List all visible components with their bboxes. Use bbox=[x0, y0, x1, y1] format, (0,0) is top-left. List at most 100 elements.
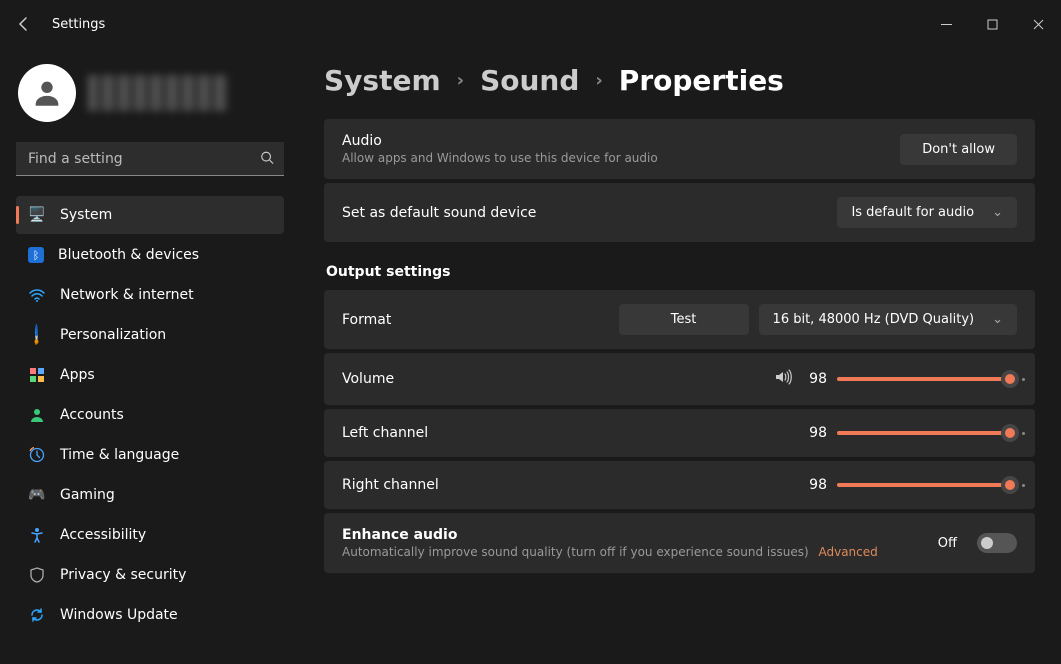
enhance-state: Off bbox=[938, 536, 957, 551]
sidebar-item-label: Privacy & security bbox=[60, 567, 186, 583]
breadcrumb-system[interactable]: System bbox=[324, 64, 441, 97]
enhance-subtitle: Automatically improve sound quality (tur… bbox=[342, 545, 938, 559]
sidebar-item-label: Bluetooth & devices bbox=[58, 247, 199, 263]
slider-thumb[interactable] bbox=[1001, 476, 1019, 494]
default-device-value: Is default for audio bbox=[851, 205, 974, 220]
default-device-title: Set as default sound device bbox=[342, 205, 837, 221]
update-icon bbox=[28, 606, 46, 624]
sidebar-item-privacy[interactable]: Privacy & security bbox=[16, 556, 284, 594]
person-icon bbox=[28, 406, 46, 424]
chevron-right-icon: › bbox=[457, 70, 464, 91]
audio-title: Audio bbox=[342, 133, 900, 149]
clock-icon bbox=[28, 446, 46, 464]
left-channel-title: Left channel bbox=[342, 425, 803, 441]
titlebar: Settings bbox=[0, 0, 1061, 48]
sidebar-item-gaming[interactable]: 🎮 Gaming bbox=[16, 476, 284, 514]
wifi-icon bbox=[28, 286, 46, 304]
left-channel-slider[interactable] bbox=[837, 423, 1017, 443]
format-select[interactable]: 16 bit, 48000 Hz (DVD Quality) ⌄ bbox=[759, 304, 1017, 335]
enhance-sub-text: Automatically improve sound quality (tur… bbox=[342, 545, 809, 559]
enhance-toggle[interactable] bbox=[977, 533, 1017, 553]
slider-tick bbox=[1022, 378, 1025, 381]
sidebar-item-label: Personalization bbox=[60, 327, 166, 343]
default-device-select[interactable]: Is default for audio ⌄ bbox=[837, 197, 1017, 228]
user-icon bbox=[30, 76, 64, 110]
sidebar-item-label: Windows Update bbox=[60, 607, 178, 623]
chevron-down-icon: ⌄ bbox=[992, 312, 1003, 327]
dont-allow-button[interactable]: Don't allow bbox=[900, 134, 1017, 165]
window-controls bbox=[923, 4, 1061, 44]
sidebar-item-label: Network & internet bbox=[60, 287, 194, 303]
sidebar-item-accounts[interactable]: Accounts bbox=[16, 396, 284, 434]
brush-icon: 🖌️ bbox=[24, 322, 49, 347]
sidebar-item-label: Apps bbox=[60, 367, 95, 383]
sidebar-item-label: Time & language bbox=[60, 447, 179, 463]
audio-card: Audio Allow apps and Windows to use this… bbox=[324, 119, 1035, 179]
default-device-card: Set as default sound device Is default f… bbox=[324, 183, 1035, 242]
sidebar-item-label: Gaming bbox=[60, 487, 115, 503]
enhance-title: Enhance audio bbox=[342, 527, 938, 543]
arrow-left-icon bbox=[16, 16, 32, 32]
format-value: 16 bit, 48000 Hz (DVD Quality) bbox=[773, 312, 975, 327]
sidebar-item-network[interactable]: Network & internet bbox=[16, 276, 284, 314]
breadcrumb-sound[interactable]: Sound bbox=[480, 64, 579, 97]
volume-value: 98 bbox=[803, 371, 827, 387]
minimize-button[interactable] bbox=[923, 4, 969, 44]
sidebar-item-personalization[interactable]: 🖌️ Personalization bbox=[16, 316, 284, 354]
volume-title: Volume bbox=[342, 371, 773, 387]
slider-fill bbox=[837, 377, 1010, 381]
sidebar-item-update[interactable]: Windows Update bbox=[16, 596, 284, 634]
slider-thumb[interactable] bbox=[1001, 424, 1019, 442]
format-title: Format bbox=[342, 312, 619, 328]
right-channel-slider[interactable] bbox=[837, 475, 1017, 495]
slider-fill bbox=[837, 431, 1010, 435]
breadcrumb-properties: Properties bbox=[619, 64, 784, 97]
sidebar-item-time[interactable]: Time & language bbox=[16, 436, 284, 474]
left-channel-card: Left channel 98 bbox=[324, 409, 1035, 457]
test-button[interactable]: Test bbox=[619, 304, 749, 335]
minimize-icon bbox=[941, 19, 952, 30]
sidebar-item-label: Accessibility bbox=[60, 527, 146, 543]
right-channel-card: Right channel 98 bbox=[324, 461, 1035, 509]
chevron-down-icon: ⌄ bbox=[992, 205, 1003, 220]
slider-fill bbox=[837, 483, 1010, 487]
sidebar-item-apps[interactable]: Apps bbox=[16, 356, 284, 394]
main-panel: System › Sound › Properties Audio Allow … bbox=[300, 48, 1061, 664]
advanced-link[interactable]: Advanced bbox=[818, 545, 877, 559]
monitor-icon: 🖥️ bbox=[28, 206, 46, 224]
enhance-audio-card: Enhance audio Automatically improve soun… bbox=[324, 513, 1035, 573]
search-icon bbox=[260, 150, 274, 169]
nav-list: 🖥️ System ᛒ Bluetooth & devices Network … bbox=[8, 196, 292, 634]
gamepad-icon: 🎮 bbox=[28, 486, 46, 504]
sidebar-item-label: Accounts bbox=[60, 407, 124, 423]
maximize-button[interactable] bbox=[969, 4, 1015, 44]
profile[interactable] bbox=[8, 56, 292, 142]
volume-slider[interactable] bbox=[837, 369, 1017, 389]
sidebar: 🖥️ System ᛒ Bluetooth & devices Network … bbox=[0, 48, 300, 664]
accessibility-icon bbox=[28, 526, 46, 544]
close-icon bbox=[1033, 19, 1044, 30]
format-card: Format Test 16 bit, 48000 Hz (DVD Qualit… bbox=[324, 290, 1035, 349]
window-title: Settings bbox=[52, 17, 105, 32]
slider-thumb[interactable] bbox=[1001, 370, 1019, 388]
right-channel-value: 98 bbox=[803, 477, 827, 493]
back-button[interactable] bbox=[0, 0, 48, 48]
sidebar-item-system[interactable]: 🖥️ System bbox=[16, 196, 284, 234]
audio-subtitle: Allow apps and Windows to use this devic… bbox=[342, 151, 900, 165]
volume-card: Volume 98 bbox=[324, 353, 1035, 405]
breadcrumb: System › Sound › Properties bbox=[324, 64, 1035, 97]
chevron-right-icon: › bbox=[595, 70, 602, 91]
sidebar-item-accessibility[interactable]: Accessibility bbox=[16, 516, 284, 554]
close-button[interactable] bbox=[1015, 4, 1061, 44]
slider-tick bbox=[1022, 484, 1025, 487]
maximize-icon bbox=[987, 19, 998, 30]
search-input[interactable] bbox=[16, 142, 284, 176]
left-channel-value: 98 bbox=[803, 425, 827, 441]
profile-name bbox=[88, 75, 228, 111]
toggle-knob bbox=[981, 537, 993, 549]
speaker-icon[interactable] bbox=[773, 367, 793, 391]
sidebar-item-bluetooth[interactable]: ᛒ Bluetooth & devices bbox=[16, 236, 284, 274]
bluetooth-icon: ᛒ bbox=[28, 247, 44, 263]
right-channel-title: Right channel bbox=[342, 477, 803, 493]
search-box bbox=[16, 142, 284, 176]
